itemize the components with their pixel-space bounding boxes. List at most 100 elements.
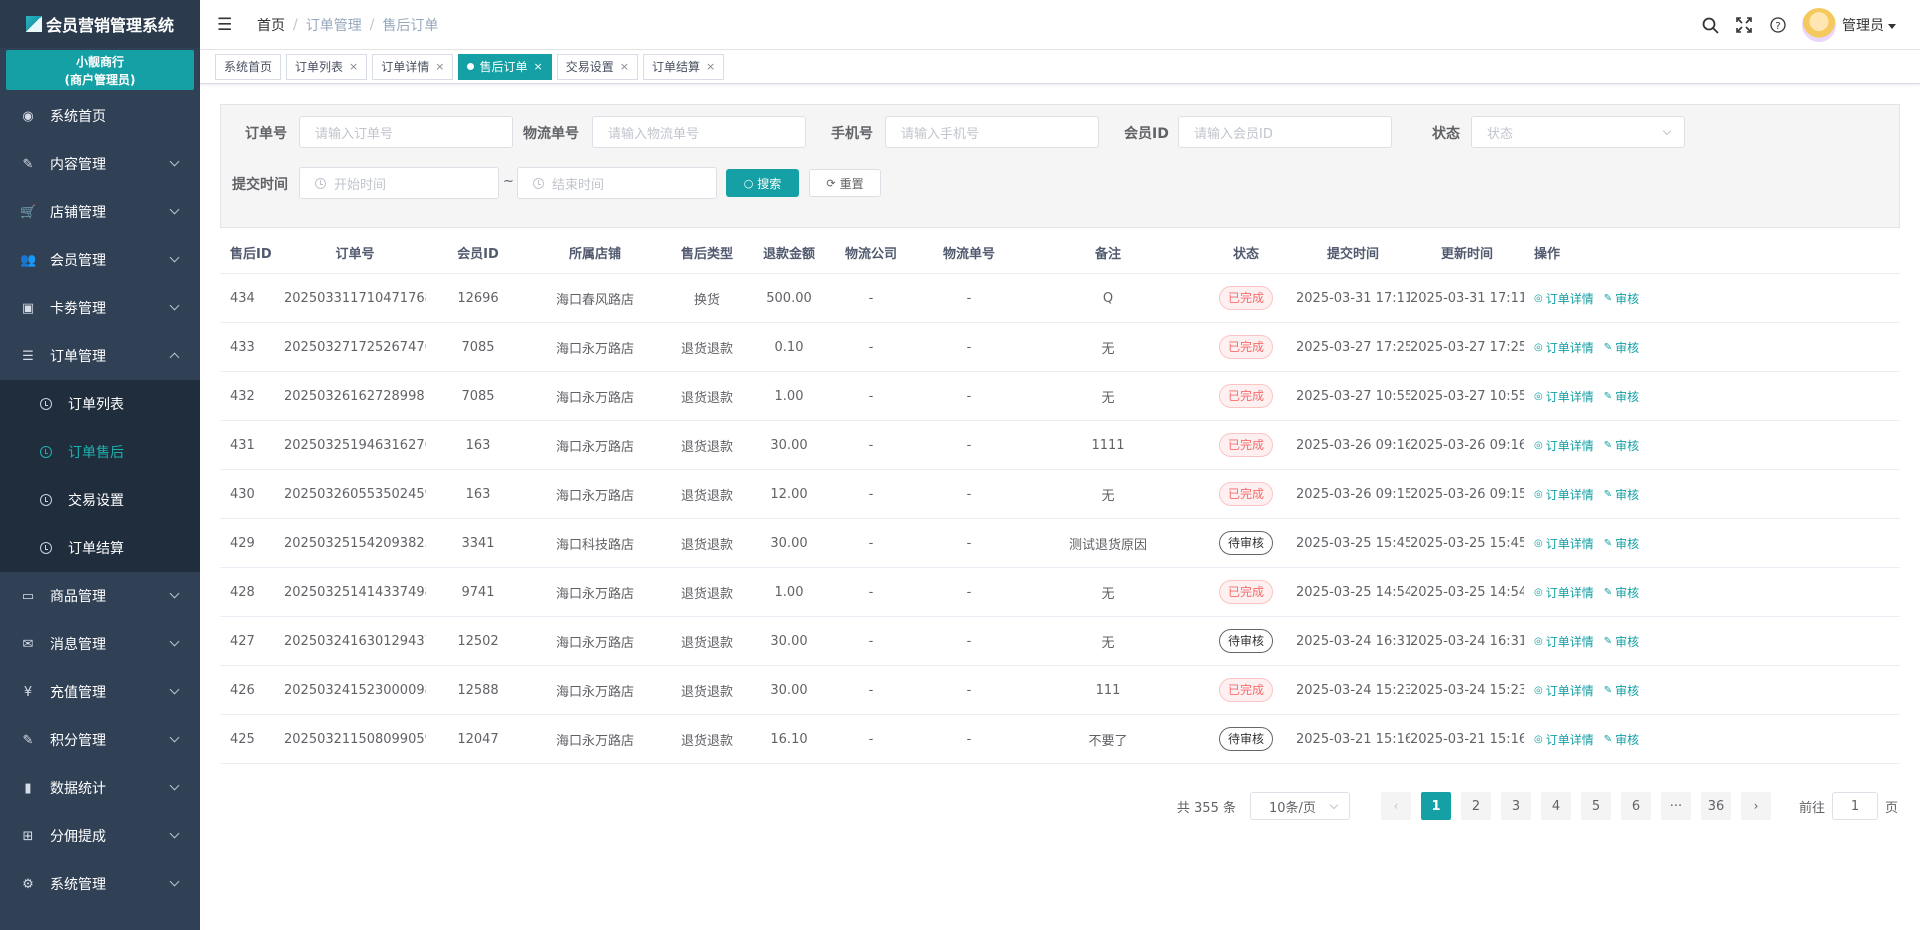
order-detail-link[interactable]: ◎ 订单详情 — [1534, 290, 1594, 307]
page-button[interactable]: 5 — [1580, 792, 1611, 820]
submenu-item-2[interactable]: 交易设置 — [0, 476, 200, 524]
tab-3[interactable]: 售后订单 × — [458, 53, 552, 80]
close-icon[interactable]: × — [435, 60, 444, 73]
page-button[interactable]: 36 — [1700, 792, 1731, 820]
page-size-select[interactable]: 10条/页 — [1249, 792, 1350, 820]
close-icon[interactable]: × — [706, 60, 715, 73]
cell-member: 12696 — [457, 290, 499, 306]
refresh-icon: ⟳ — [826, 176, 836, 190]
status-select[interactable]: 状态 — [1471, 116, 1685, 148]
app-logo[interactable]: 会员营销管理系统 — [0, 0, 200, 48]
cell-submitted: 2025-03-24 16:31 — [1296, 633, 1410, 649]
sidebar-item-4[interactable]: ▣ 卡劵管理 — [0, 284, 200, 332]
review-link[interactable]: ✎ 审核 — [1604, 535, 1639, 552]
order-detail-link[interactable]: ◎ 订单详情 — [1534, 682, 1594, 699]
review-link[interactable]: ✎ 审核 — [1604, 486, 1639, 503]
prev-page-button[interactable]: ‹ — [1380, 792, 1411, 820]
review-link[interactable]: ✎ 审核 — [1604, 339, 1639, 356]
sidebar-item-11[interactable]: ⊞ 分佣提成 — [0, 812, 200, 860]
tab-5[interactable]: 订单结算 × — [642, 53, 725, 80]
sidebar-item-label: 店铺管理 — [50, 205, 106, 221]
tab-2[interactable]: 订单详情 × — [372, 53, 454, 80]
review-link[interactable]: ✎ 审核 — [1604, 682, 1639, 699]
order-detail-link[interactable]: ◎ 订单详情 — [1534, 388, 1594, 405]
reset-button[interactable]: ⟳ 重置 — [809, 169, 881, 197]
review-link[interactable]: ✎ 审核 — [1604, 388, 1639, 405]
start-time-input[interactable]: 开始时间 — [299, 167, 499, 199]
sidebar-item-9[interactable]: ✎ 积分管理 — [0, 716, 200, 764]
clock-icon — [40, 494, 52, 506]
search-button[interactable]: ○ 搜索 — [726, 169, 799, 197]
tab-0[interactable]: 系统首页 — [215, 53, 282, 80]
close-icon[interactable]: × — [534, 60, 543, 73]
breadcrumb-orders[interactable]: 订单管理 — [306, 15, 362, 35]
menu-toggle-icon[interactable]: ☰ — [217, 15, 235, 35]
column-header: 物流单号 — [942, 247, 995, 262]
cell-remark: 111 — [1095, 682, 1121, 698]
caret-down-icon[interactable] — [1888, 23, 1896, 29]
breadcrumb-home[interactable]: 首页 — [257, 15, 285, 35]
sidebar-item-5[interactable]: ☰ 订单管理 — [0, 332, 200, 380]
review-link[interactable]: ✎ 审核 — [1604, 633, 1639, 650]
sidebar-item-0[interactable]: ◉ 系统首页 — [0, 92, 200, 140]
page-button[interactable]: 4 — [1540, 792, 1571, 820]
tab-1[interactable]: 订单列表 × — [286, 53, 368, 80]
sidebar-item-label: 消息管理 — [50, 637, 106, 653]
sidebar-item-8[interactable]: ¥ 充值管理 — [0, 668, 200, 716]
order-detail-link[interactable]: ◎ 订单详情 — [1534, 535, 1594, 552]
page-button[interactable]: 2 — [1460, 792, 1491, 820]
page-button[interactable]: 3 — [1500, 792, 1531, 820]
fullscreen-icon[interactable] — [1734, 15, 1754, 35]
order-detail-link[interactable]: ◎ 订单详情 — [1534, 486, 1594, 503]
avatar[interactable] — [1802, 8, 1836, 42]
page-button[interactable]: 6 — [1620, 792, 1651, 820]
tab-4[interactable]: 交易设置 × — [556, 53, 638, 80]
end-time-input[interactable]: 结束时间 — [517, 167, 717, 199]
logistics-input[interactable]: 请输入物流单号 — [592, 116, 806, 148]
sidebar-item-3[interactable]: 👥 会员管理 — [0, 236, 200, 284]
sidebar-item-1[interactable]: ✎ 内容管理 — [0, 140, 200, 188]
review-link[interactable]: ✎ 审核 — [1604, 584, 1639, 601]
submenu-item-3[interactable]: 订单结算 — [0, 524, 200, 572]
sidebar-item-10[interactable]: ▮ 数据统计 — [0, 764, 200, 812]
eye-icon: ◎ — [1534, 341, 1543, 353]
order-no-input[interactable]: 请输入订单号 — [299, 116, 513, 148]
review-link[interactable]: ✎ 审核 — [1604, 290, 1639, 307]
sidebar-item-label: 分佣提成 — [50, 829, 106, 845]
close-icon[interactable]: × — [620, 60, 629, 73]
search-icon[interactable] — [1700, 15, 1720, 35]
chevron-down-icon — [1329, 800, 1339, 810]
cell-member: 3341 — [461, 535, 495, 551]
clock-icon — [315, 177, 326, 189]
more-pages-button[interactable]: ··· — [1660, 792, 1691, 820]
sidebar-item-12[interactable]: ⚙ 系统管理 — [0, 860, 200, 908]
edit-icon: ✎ — [1603, 341, 1613, 353]
order-detail-link[interactable]: ◎ 订单详情 — [1534, 584, 1594, 601]
goto-page-input[interactable]: 1 — [1831, 792, 1878, 820]
close-icon[interactable]: × — [349, 60, 358, 73]
review-link[interactable]: ✎ 审核 — [1604, 731, 1639, 748]
order-detail-link[interactable]: ◎ 订单详情 — [1534, 437, 1594, 454]
column-header: 退款金额 — [762, 247, 815, 262]
sidebar-item-6[interactable]: ▭ 商品管理 — [0, 572, 200, 620]
next-page-button[interactable]: › — [1740, 792, 1771, 820]
cell-amount: 1.00 — [774, 584, 804, 600]
submenu-item-1[interactable]: 订单售后 — [0, 428, 200, 476]
review-link[interactable]: ✎ 审核 — [1604, 437, 1639, 454]
cell-id: 429 — [230, 535, 255, 551]
page-button[interactable]: 1 — [1420, 792, 1451, 820]
cell-remark: Q — [1102, 290, 1114, 306]
user-menu[interactable]: 管理员 — [1842, 15, 1884, 35]
cell-member: 7085 — [461, 388, 495, 404]
help-icon[interactable]: ? — [1768, 15, 1788, 35]
status-label: 状态 — [1432, 126, 1460, 142]
order-detail-link[interactable]: ◎ 订单详情 — [1534, 633, 1594, 650]
order-detail-link[interactable]: ◎ 订单详情 — [1534, 731, 1594, 748]
sidebar-item-2[interactable]: 🛒 店铺管理 — [0, 188, 200, 236]
submenu-item-0[interactable]: 订单列表 — [0, 380, 200, 428]
order-detail-link[interactable]: ◎ 订单详情 — [1534, 339, 1594, 356]
phone-input[interactable]: 请输入手机号 — [885, 116, 1099, 148]
cell-updated: 2025-03-25 14:54 — [1410, 584, 1524, 600]
sidebar-item-7[interactable]: ✉ 消息管理 — [0, 620, 200, 668]
member-input[interactable]: 请输入会员ID — [1178, 116, 1392, 148]
